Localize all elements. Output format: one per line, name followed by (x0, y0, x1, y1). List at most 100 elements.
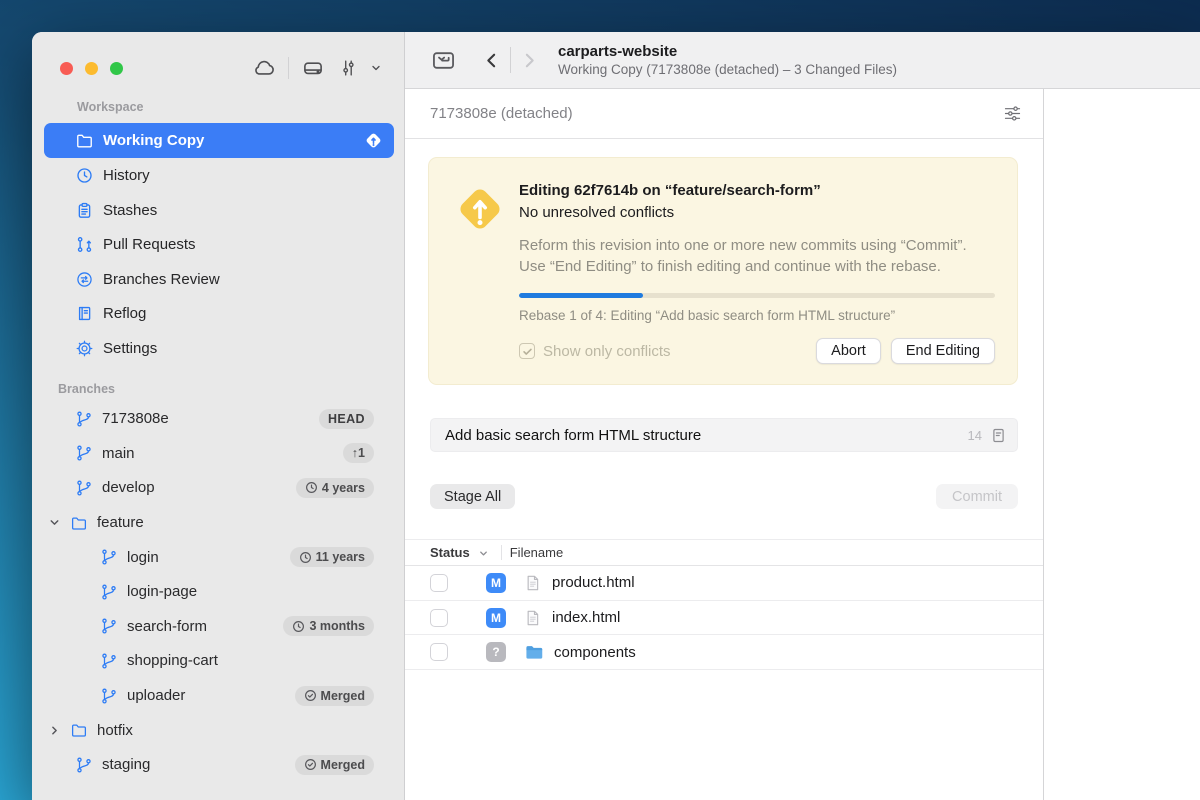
commit-button[interactable]: Commit (936, 484, 1018, 509)
commit-message-input[interactable] (445, 427, 968, 444)
drive-icon[interactable] (300, 55, 326, 81)
repo-title: carparts-website (558, 43, 897, 60)
status-column-header[interactable]: Status (430, 545, 470, 560)
branch-row-login[interactable]: login 11 years (32, 540, 404, 575)
branch-name: main (102, 445, 135, 462)
git-branch-icon (75, 444, 93, 462)
stage-all-button[interactable]: Stage All (430, 484, 515, 509)
branch-folder-hotfix[interactable]: hotfix (32, 713, 404, 748)
sliders-icon[interactable] (1002, 103, 1023, 124)
file-icon (523, 608, 542, 628)
git-branch-icon (75, 479, 93, 497)
head-badge: HEAD (319, 409, 374, 429)
sidebar-item-history[interactable]: History (32, 159, 404, 194)
commit-header-bar: 7173808e (detached) (405, 89, 1043, 139)
message-template-icon[interactable] (990, 426, 1007, 445)
sidebar-item-label: Settings (103, 340, 157, 357)
sidebar-item-label: Stashes (103, 202, 157, 219)
sidebar-item-branches-review[interactable]: Branches Review (32, 262, 404, 297)
filename-column-header[interactable]: Filename (510, 545, 563, 560)
file-row-components[interactable]: ? components (405, 635, 1043, 670)
toolbar: carparts-website Working Copy (7173808e … (405, 32, 1200, 89)
sort-chevron-icon[interactable] (478, 548, 489, 559)
branch-name: shopping-cart (127, 652, 218, 669)
cloud-icon[interactable] (251, 55, 277, 81)
stage-checkbox[interactable] (430, 574, 448, 592)
sidebar-item-stashes[interactable]: Stashes (32, 193, 404, 228)
branch-row-staging[interactable]: staging Merged (32, 747, 404, 782)
file-row-product[interactable]: M product.html (405, 566, 1043, 601)
branch-row-7173808e[interactable]: 7173808e HEAD (32, 402, 404, 437)
repo-subtitle: Working Copy (7173808e (detached) – 3 Ch… (558, 62, 897, 77)
file-table-header: Status Filename (405, 539, 1043, 566)
folder-icon (523, 642, 544, 662)
sidebar-item-working-copy[interactable]: Working Copy (44, 123, 394, 158)
status-badge-modified: M (486, 608, 506, 628)
sidebar-item-settings[interactable]: Settings (32, 331, 404, 366)
tuner-icon[interactable] (337, 57, 359, 79)
detail-pane-empty (1043, 89, 1200, 800)
sidebar: Workspace Working Copy History Stashes (32, 32, 405, 800)
branch-name: staging (102, 756, 150, 773)
merged-badge: Merged (295, 686, 374, 706)
history-icon (75, 166, 94, 185)
check-circle-icon (304, 758, 317, 771)
branch-name: search-form (127, 618, 207, 635)
branch-name: login-page (127, 583, 197, 600)
rebase-warning-badge-icon (363, 130, 384, 151)
branch-row-main[interactable]: main ↑1 (32, 436, 404, 471)
age-badge: 4 years (296, 478, 374, 498)
branch-row-login-page[interactable]: login-page (32, 574, 404, 609)
warning-diamond-icon (453, 182, 507, 236)
repository-icon[interactable] (430, 47, 457, 74)
minimize-button[interactable] (85, 62, 98, 75)
branches-review-icon (75, 270, 94, 289)
chevron-down-icon[interactable] (48, 516, 61, 529)
detached-head-label: 7173808e (detached) (430, 105, 573, 122)
status-badge-untracked: ? (486, 642, 506, 662)
branch-folder-name: hotfix (97, 722, 133, 739)
end-editing-button[interactable]: End Editing (891, 338, 995, 364)
branch-row-shopping-cart[interactable]: shopping-cart (32, 644, 404, 679)
merged-badge: Merged (295, 755, 374, 775)
chevron-right-icon[interactable] (48, 724, 61, 737)
sidebar-item-label: Working Copy (103, 132, 204, 149)
git-branch-icon (100, 548, 118, 566)
forward-button[interactable] (521, 51, 538, 70)
stage-checkbox[interactable] (430, 643, 448, 661)
show-only-conflicts-label: Show only conflicts (543, 343, 671, 360)
zoom-button[interactable] (110, 62, 123, 75)
age-badge: 11 years (290, 547, 374, 567)
sidebar-item-pull-requests[interactable]: Pull Requests (32, 228, 404, 263)
sidebar-item-label: Branches Review (103, 271, 220, 288)
branch-folder-feature[interactable]: feature (32, 505, 404, 540)
sidebar-item-label: History (103, 167, 150, 184)
git-branch-icon (100, 583, 118, 601)
gear-icon (75, 339, 94, 358)
abort-button[interactable]: Abort (816, 338, 881, 364)
chevron-down-icon[interactable] (370, 62, 382, 74)
workspace-section-label: Workspace (77, 100, 404, 114)
branch-row-search-form[interactable]: search-form 3 months (32, 609, 404, 644)
branch-row-develop[interactable]: develop 4 years (32, 471, 404, 506)
stage-checkbox[interactable] (430, 609, 448, 627)
close-button[interactable] (60, 62, 73, 75)
branch-row-uploader[interactable]: uploader Merged (32, 678, 404, 713)
folder-icon (75, 131, 94, 150)
reflog-icon (75, 304, 94, 323)
folder-icon (70, 514, 88, 532)
rebase-progress-fill (519, 293, 643, 298)
back-button[interactable] (483, 51, 500, 70)
main-area: carparts-website Working Copy (7173808e … (405, 32, 1200, 800)
branches-section-label: Branches (58, 382, 404, 396)
divider (288, 57, 289, 79)
banner-title: Editing 62f7614b on “feature/search-form… (519, 182, 995, 199)
branch-name: uploader (127, 687, 185, 704)
filename: components (554, 644, 636, 661)
show-only-conflicts-checkbox[interactable] (519, 343, 535, 359)
sidebar-item-reflog[interactable]: Reflog (32, 297, 404, 332)
folder-icon (70, 721, 88, 739)
branch-name: develop (102, 479, 155, 496)
file-row-index[interactable]: M index.html (405, 601, 1043, 636)
rebase-progress-label: Rebase 1 of 4: Editing “Add basic search… (519, 308, 995, 323)
